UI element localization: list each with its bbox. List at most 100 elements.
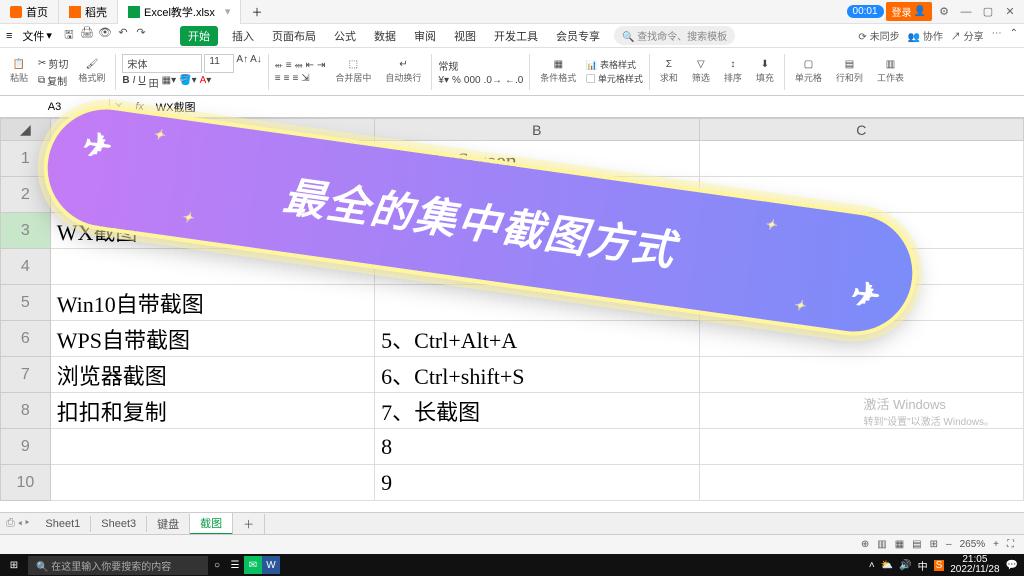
sheet-tab-active[interactable]: 截图: [190, 513, 233, 535]
orient[interactable]: ⇲: [301, 73, 309, 84]
taskbar-search[interactable]: 🔍 在这里输入你要搜索的内容: [28, 556, 208, 575]
share-button[interactable]: ↗ 分享: [951, 28, 984, 43]
maximize-button[interactable]: ▢: [978, 2, 998, 22]
cell[interactable]: [375, 249, 699, 285]
ime-icon[interactable]: 中: [918, 558, 928, 573]
undo-icon[interactable]: ↶: [116, 26, 130, 45]
dec-font-icon[interactable]: A↓: [250, 54, 262, 73]
cell[interactable]: [375, 213, 699, 249]
row-header[interactable]: 3: [1, 213, 51, 249]
inc-font-icon[interactable]: A↑: [236, 54, 248, 73]
select-all[interactable]: ◢: [1, 119, 51, 141]
cell[interactable]: [699, 357, 1023, 393]
cut-button[interactable]: ✂ 剪切: [38, 56, 68, 71]
fn-cancel[interactable]: ✕: [110, 100, 127, 113]
settings-icon[interactable]: ⚙: [934, 2, 954, 22]
indent-inc[interactable]: ⇥: [317, 60, 325, 71]
login-button[interactable]: 登录 👤: [886, 2, 932, 21]
tab-dev[interactable]: 开发工具: [490, 26, 542, 46]
cell[interactable]: 9: [375, 465, 699, 501]
cell[interactable]: 2、Alt+PrintScreen: [375, 177, 699, 213]
cell[interactable]: Win10自带截图: [50, 285, 374, 321]
align-center[interactable]: ≡: [284, 73, 290, 84]
tab-home[interactable]: 首页: [0, 0, 59, 24]
percent[interactable]: %: [452, 75, 461, 86]
save-icon[interactable]: 🖫: [62, 26, 76, 45]
cell[interactable]: [699, 321, 1023, 357]
redo-icon[interactable]: ↷: [134, 26, 148, 45]
tab-view[interactable]: 视图: [450, 26, 480, 46]
col-header-b[interactable]: B: [375, 119, 699, 141]
tray-icon[interactable]: 🔊: [899, 560, 911, 571]
fx-icon[interactable]: fx: [127, 101, 152, 113]
cell[interactable]: WX截图: [50, 213, 374, 249]
copy-button[interactable]: ⧉ 复制: [38, 73, 68, 88]
indent-dec[interactable]: ⇤: [306, 60, 314, 71]
tray-icon[interactable]: ⛅: [881, 560, 893, 571]
col-header-c[interactable]: C: [699, 119, 1023, 141]
row-header[interactable]: 4: [1, 249, 51, 285]
border-button[interactable]: ▦▾: [162, 75, 176, 90]
zoom-out[interactable]: –: [946, 539, 952, 550]
tab-formula[interactable]: 公式: [330, 26, 360, 46]
font-name-select[interactable]: 宋体: [122, 54, 202, 73]
app-icon[interactable]: W: [262, 556, 280, 574]
cortana-icon[interactable]: ○: [208, 556, 226, 574]
collab-button[interactable]: 👥 协作: [908, 28, 943, 43]
more-icon[interactable]: ⋯: [992, 28, 1002, 43]
tab-data[interactable]: 数据: [370, 26, 400, 46]
cell[interactable]: 5、Ctrl+Alt+A: [375, 321, 699, 357]
row-header[interactable]: 5: [1, 285, 51, 321]
font-color-button[interactable]: A▾: [200, 75, 212, 90]
cell[interactable]: [699, 429, 1023, 465]
cell[interactable]: [699, 285, 1023, 321]
menu-icon[interactable]: ≡: [6, 30, 12, 42]
cell[interactable]: 8: [375, 429, 699, 465]
cell[interactable]: 6、Ctrl+shift+S: [375, 357, 699, 393]
tab-member[interactable]: 会员专享: [552, 26, 604, 46]
cell[interactable]: [50, 429, 374, 465]
sort-icon[interactable]: ↕: [730, 59, 735, 70]
row-header[interactable]: 2: [1, 177, 51, 213]
cell[interactable]: 1、PrintScreen: [375, 141, 699, 177]
sheet-nav[interactable]: ⎙ ◂ ▸: [0, 517, 35, 530]
close-button[interactable]: ✕: [1000, 2, 1020, 22]
wrap-icon[interactable]: ↵: [399, 59, 407, 70]
tab-file[interactable]: Excel教学.xlsx▾: [118, 0, 241, 24]
formula-input[interactable]: WX截图: [152, 99, 196, 115]
tray-icon[interactable]: S: [934, 560, 945, 571]
start-button[interactable]: ⊞: [0, 556, 28, 574]
preview-icon[interactable]: 👁: [98, 26, 112, 45]
cell[interactable]: [699, 141, 1023, 177]
underline-button[interactable]: U: [138, 75, 145, 90]
filter-icon[interactable]: ▽: [697, 59, 705, 70]
fullscreen-icon[interactable]: ⛶: [1007, 539, 1014, 550]
align-bot[interactable]: ⬵: [295, 60, 303, 71]
app-icon[interactable]: ✉: [244, 556, 262, 574]
align-mid[interactable]: ≡: [286, 60, 292, 71]
view-break[interactable]: ⊞: [930, 539, 938, 550]
dec-inc[interactable]: .0→: [484, 75, 502, 86]
col-header-a[interactable]: A: [50, 119, 374, 141]
dec-dec[interactable]: ←.0: [505, 75, 523, 86]
notifications-icon[interactable]: 💬: [1006, 560, 1018, 571]
cell-icon[interactable]: ▢: [804, 59, 813, 70]
cell[interactable]: 截取全屏幕的图片: [50, 141, 374, 177]
ws-icon[interactable]: ▥: [886, 59, 895, 70]
taskview-icon[interactable]: ☰: [226, 556, 244, 574]
cell[interactable]: [50, 177, 374, 213]
search-input[interactable]: 🔍 查找命令、搜索模板: [614, 26, 735, 45]
bold-button[interactable]: B: [122, 75, 129, 90]
file-menu[interactable]: 文件 ▾: [16, 26, 58, 46]
align-top[interactable]: ⬴: [275, 60, 283, 71]
row-header[interactable]: 9: [1, 429, 51, 465]
minimize-button[interactable]: —: [956, 2, 976, 22]
rowcol-icon[interactable]: ▤: [845, 59, 854, 70]
cell[interactable]: [699, 465, 1023, 501]
view-normal[interactable]: ▦: [895, 539, 904, 550]
tab-layout[interactable]: 页面布局: [268, 26, 320, 46]
tab-insert[interactable]: 插入: [228, 26, 258, 46]
add-sheet-button[interactable]: ＋: [233, 514, 265, 534]
row-header[interactable]: 10: [1, 465, 51, 501]
strike-button[interactable]: 田: [149, 75, 159, 90]
